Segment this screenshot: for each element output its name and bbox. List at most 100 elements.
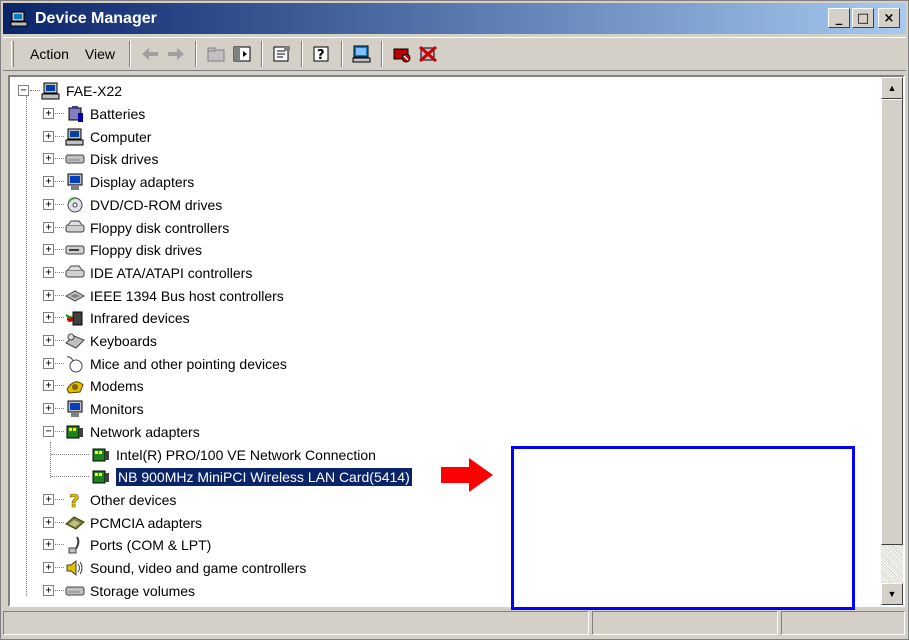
expand-toggle[interactable]: + xyxy=(43,562,54,573)
tree-category[interactable]: Mice and other pointing devices xyxy=(64,353,287,375)
expand-toggle[interactable]: + xyxy=(43,199,54,210)
expand-toggle[interactable]: + xyxy=(43,585,54,596)
network-adapter-icon xyxy=(90,445,112,465)
scroll-track[interactable] xyxy=(881,545,903,583)
pcmcia-icon xyxy=(64,513,86,533)
tree-connector xyxy=(55,136,64,137)
tree-category[interactable]: Ports (COM & LPT) xyxy=(64,534,211,556)
selected-device-item[interactable]: NB 900MHz MiniPCI Wireless LAN Card(5414… xyxy=(90,466,413,488)
tree-category-label: Monitors xyxy=(90,401,144,417)
tree-connector xyxy=(55,158,64,159)
tree-category[interactable]: IEEE 1394 Bus host controllers xyxy=(64,285,284,307)
expand-toggle[interactable]: + xyxy=(43,267,54,278)
keyboard-icon xyxy=(64,331,86,351)
title-bar[interactable]: Device Manager _ □ × xyxy=(3,3,906,34)
expand-toggle[interactable]: + xyxy=(43,517,54,528)
tree-category[interactable]: Display adapters xyxy=(64,171,194,193)
tree-category[interactable]: Computer xyxy=(64,126,151,148)
tree-connector xyxy=(55,499,64,500)
scroll-up-button[interactable]: ▲ xyxy=(881,77,903,99)
expand-toggle[interactable]: + xyxy=(43,153,54,164)
toolbar-grip[interactable] xyxy=(11,41,14,67)
toolbar-separator xyxy=(129,41,132,67)
tree-category[interactable]: DVD/CD-ROM drives xyxy=(64,194,222,216)
maximize-button[interactable]: □ xyxy=(852,8,874,28)
tree-category[interactable]: Disk drives xyxy=(64,148,158,170)
tree-category[interactable]: Monitors xyxy=(64,398,144,420)
action-menu[interactable]: Action xyxy=(22,42,77,66)
expand-toggle[interactable]: + xyxy=(43,494,54,505)
vertical-scrollbar[interactable]: ▲ ▼ xyxy=(881,77,903,605)
expand-toggle[interactable]: + xyxy=(43,290,54,301)
tree-connector xyxy=(55,363,64,364)
tree-category-label: Floppy disk drives xyxy=(90,242,203,258)
toolbar: Action View ? xyxy=(3,37,906,71)
tree-category-label: Storage volumes xyxy=(90,583,196,599)
tree-connector xyxy=(55,113,64,114)
sound-icon xyxy=(64,558,86,578)
tree-category[interactable]: Batteries xyxy=(64,103,145,125)
minimize-button[interactable]: _ xyxy=(828,8,850,28)
disable-device-icon[interactable] xyxy=(389,41,415,67)
show-hide-tree-icon[interactable] xyxy=(229,41,255,67)
expand-toggle[interactable]: + xyxy=(43,335,54,346)
expand-toggle[interactable]: + xyxy=(43,222,54,233)
expand-toggle[interactable]: + xyxy=(43,403,54,414)
forward-arrow-icon[interactable] xyxy=(163,41,189,67)
monitor-icon xyxy=(64,399,86,419)
tree-category[interactable]: PCMCIA adapters xyxy=(64,512,202,534)
expand-toggle[interactable]: + xyxy=(43,244,54,255)
tree-category-label: Mice and other pointing devices xyxy=(90,356,287,372)
device-item[interactable]: Intel(R) PRO/100 VE Network Connection xyxy=(90,444,376,466)
mouse-icon xyxy=(64,354,86,374)
scroll-down-button[interactable]: ▼ xyxy=(881,583,903,605)
tree-connector xyxy=(55,295,64,296)
tree-category[interactable]: Floppy disk drives xyxy=(64,239,202,261)
tree-connector xyxy=(55,204,64,205)
expand-toggle[interactable]: + xyxy=(43,176,54,187)
tree-category[interactable]: Floppy disk controllers xyxy=(64,217,229,239)
tree-category[interactable]: Infrared devices xyxy=(64,307,190,329)
tree-category[interactable]: Keyboards xyxy=(64,330,157,352)
tree-connector xyxy=(55,227,64,228)
tree-connector xyxy=(51,454,89,455)
floppy-drive-icon xyxy=(64,240,86,260)
tree-connector xyxy=(55,249,64,250)
expand-toggle[interactable]: + xyxy=(43,131,54,142)
tree-connector xyxy=(26,96,27,596)
help-icon[interactable]: ? xyxy=(309,41,335,67)
collapse-root-toggle[interactable]: − xyxy=(18,85,29,96)
tree-category[interactable]: Network adapters xyxy=(64,421,200,443)
tree-category[interactable]: ? Other devices xyxy=(64,489,177,511)
tree-connector xyxy=(55,181,64,182)
collapse-toggle[interactable]: − xyxy=(43,426,54,437)
scroll-thumb[interactable] xyxy=(881,99,903,545)
expand-toggle[interactable]: + xyxy=(43,312,54,323)
network-adapter-icon xyxy=(90,467,112,487)
device-item-label: Intel(R) PRO/100 VE Network Connection xyxy=(116,447,376,463)
tree-category[interactable]: Sound, video and game controllers xyxy=(64,557,306,579)
expand-toggle[interactable]: + xyxy=(43,539,54,550)
tree-category-label: Modems xyxy=(90,378,144,394)
device-manager-icon xyxy=(9,9,29,29)
view-menu[interactable]: View xyxy=(77,42,123,66)
back-arrow-icon[interactable] xyxy=(137,41,163,67)
expand-toggle[interactable]: + xyxy=(43,358,54,369)
scan-hardware-icon[interactable] xyxy=(349,41,375,67)
close-button[interactable]: × xyxy=(878,8,900,28)
tree-category[interactable]: IDE ATA/ATAPI controllers xyxy=(64,262,252,284)
tree-category-label: Display adapters xyxy=(90,174,195,190)
toolbar-separator xyxy=(195,41,198,67)
tree-root[interactable]: FAE-X22 xyxy=(40,80,122,102)
tree-category-label: Infrared devices xyxy=(90,310,190,326)
properties-icon[interactable] xyxy=(269,41,295,67)
uninstall-device-icon[interactable] xyxy=(415,41,441,67)
up-folder-icon[interactable] xyxy=(203,41,229,67)
expand-toggle[interactable]: + xyxy=(43,380,54,391)
network-adapter-icon xyxy=(64,422,86,442)
modem-icon xyxy=(64,376,86,396)
ieee1394-icon xyxy=(64,286,86,306)
tree-category[interactable]: Storage volumes xyxy=(64,580,195,602)
expand-toggle[interactable]: + xyxy=(43,108,54,119)
tree-category[interactable]: Modems xyxy=(64,375,144,397)
